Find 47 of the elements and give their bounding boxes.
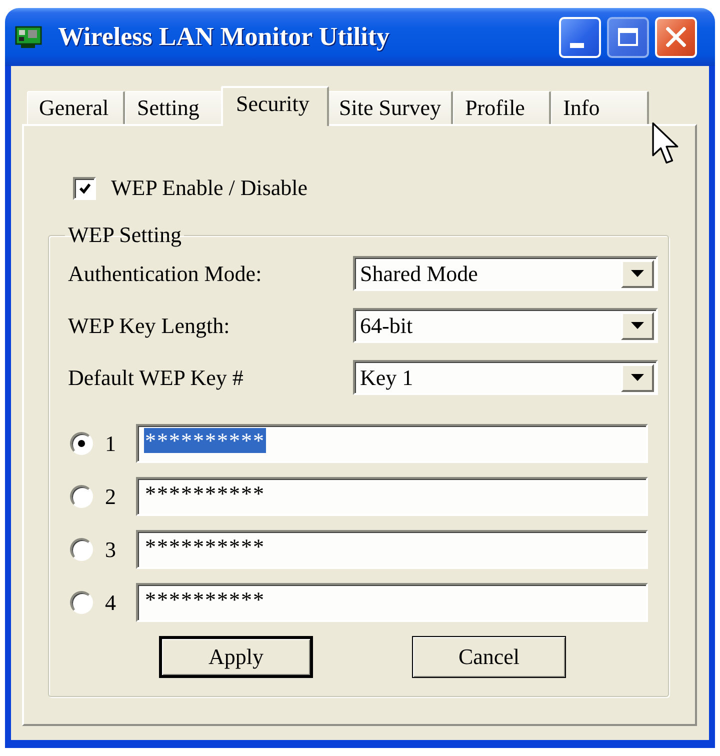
dropdown-button[interactable] — [621, 364, 654, 392]
cancel-button[interactable]: Cancel — [412, 636, 566, 678]
key-field[interactable]: ********** — [136, 477, 648, 516]
checkmark-icon — [78, 182, 90, 194]
key-field[interactable]: ********** — [136, 583, 648, 622]
caret-icon — [631, 322, 644, 329]
dropdown-button[interactable] — [621, 312, 654, 340]
caret-icon — [631, 270, 644, 277]
apply-button[interactable]: Apply — [159, 636, 313, 678]
tab[interactable]: Profile — [453, 91, 552, 124]
dropdown[interactable]: Shared Mode — [353, 256, 658, 291]
radio-button[interactable] — [70, 591, 93, 614]
minimize-icon — [570, 42, 584, 48]
caret-icon — [631, 374, 644, 381]
key-text: ********** — [144, 534, 266, 559]
key-text: ********** — [144, 587, 266, 612]
network-card-icon — [15, 26, 42, 48]
tab[interactable]: Info — [551, 91, 650, 124]
tab[interactable]: Setting — [125, 91, 223, 124]
key-text: ********** — [144, 428, 266, 453]
radio-label: 2 — [105, 484, 117, 510]
radio-label: 3 — [105, 536, 117, 562]
field-label: Authentication Mode: — [68, 260, 263, 286]
maximize-icon — [618, 28, 638, 46]
dropdown[interactable]: 64-bit — [353, 308, 658, 343]
key-text: ********** — [144, 481, 266, 506]
dropdown-button[interactable] — [621, 260, 654, 288]
radio-button[interactable] — [70, 538, 93, 561]
radio-button[interactable] — [70, 485, 93, 508]
checkbox[interactable] — [73, 176, 96, 200]
checkbox-label: WEP Enable / Disable — [111, 175, 308, 201]
tab[interactable]: Security — [221, 86, 329, 126]
dropdown[interactable]: Key 1 — [353, 360, 658, 395]
field-label: WEP Key Length: — [68, 312, 231, 338]
radio-label: 1 — [105, 430, 117, 456]
tab[interactable]: General — [27, 91, 125, 124]
radio-button[interactable] — [70, 432, 93, 455]
group-title: WEP Setting — [67, 223, 182, 247]
minimize-button[interactable] — [559, 16, 601, 58]
field-label: Default WEP Key # — [68, 364, 244, 390]
close-button[interactable] — [655, 16, 697, 58]
close-icon — [666, 27, 686, 47]
key-field[interactable]: ********** — [136, 424, 648, 463]
window-title: Wireless LAN Monitor Utility — [58, 22, 390, 52]
tab[interactable]: Site Survey — [327, 91, 454, 124]
radio-label: 4 — [105, 590, 117, 616]
key-field[interactable]: ********** — [136, 530, 648, 569]
